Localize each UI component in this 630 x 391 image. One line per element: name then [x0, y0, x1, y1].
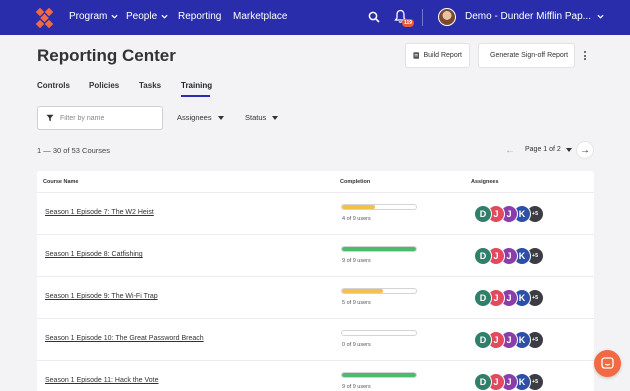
arrow-left-icon: ← [505, 144, 515, 156]
filter-by-name-field[interactable] [37, 106, 163, 130]
org-switcher[interactable]: Demo - Dunder Mifflin Pap... [465, 11, 604, 22]
report-icon [413, 52, 420, 59]
org-name: Demo - Dunder Mifflin Pap... [465, 11, 591, 22]
caret-down-icon [217, 115, 224, 120]
build-report-button[interactable]: Build Report [405, 43, 470, 68]
caret-down-icon [272, 115, 279, 120]
previous-page-button[interactable]: ← [503, 143, 517, 157]
page-selector[interactable]: Page 1 of 2 [525, 146, 572, 153]
completion-text: 9 of 9 users [342, 384, 371, 390]
nav-divider [422, 9, 423, 26]
next-page-button[interactable]: → [577, 142, 593, 158]
tab-policies[interactable]: Policies [89, 81, 119, 90]
completion-progress-bar [341, 288, 417, 294]
completion-progress-fill [342, 373, 416, 377]
table-row: Season 1 Episode 9: The Wi-Fi Trap 5 of 9… [37, 276, 594, 318]
arrow-right-icon: → [580, 144, 590, 156]
completion-text: 5 of 9 users [342, 300, 371, 306]
tab-tasks[interactable]: Tasks [139, 81, 161, 90]
results-count: 1 — 30 of 53 Courses [37, 146, 110, 155]
assignee-avatars[interactable]: D J J K +5 [474, 205, 564, 223]
completion-progress-fill [342, 247, 416, 251]
generate-sign-off-button[interactable]: Generate Sign-off Report [478, 43, 575, 68]
assignee-avatars[interactable]: D J J K +5 [474, 289, 564, 307]
page-title: Reporting Center [37, 46, 176, 65]
tab-training[interactable]: Training [181, 81, 212, 90]
nav-people[interactable]: People [126, 11, 168, 22]
completion-progress-bar [341, 330, 417, 336]
completion-text: 4 of 9 users [342, 216, 371, 222]
completion-text: 9 of 9 users [342, 258, 371, 264]
chevron-down-icon [597, 14, 604, 19]
nav-reporting[interactable]: Reporting [178, 11, 221, 22]
courses-table: Course Name Completion Assignees Season … [37, 171, 594, 391]
chat-icon [601, 357, 614, 369]
logo-icon[interactable] [35, 7, 57, 29]
page-selector-label: Page 1 of 2 [525, 146, 561, 153]
table-row: Season 1 Episode 7: The W2 Heist 4 of 9 u… [37, 192, 594, 234]
status-dropdown-label: Status [245, 113, 267, 122]
assignee-avatars[interactable]: D J J K +5 [474, 373, 564, 391]
course-name-link[interactable]: Season 1 Episode 7: The W2 Heist [45, 209, 154, 216]
course-name-link[interactable]: Season 1 Episode 9: The Wi-Fi Trap [45, 293, 158, 300]
assignee-avatars[interactable]: D J J K +5 [474, 247, 564, 265]
nav-program-label: Program [69, 11, 108, 22]
status-dropdown[interactable]: Status [245, 113, 279, 122]
assignee-avatar[interactable]: D [474, 205, 492, 223]
completion-progress-bar [341, 246, 417, 252]
chevron-down-icon [161, 14, 168, 19]
assignees-dropdown-label: Assignees [177, 113, 212, 122]
top-navbar: Program People Reporting Marketplace 119… [0, 0, 630, 35]
assignee-avatar[interactable]: D [474, 373, 492, 391]
assignee-avatar[interactable]: D [474, 289, 492, 307]
nav-marketplace-label: Marketplace [233, 11, 288, 22]
caret-down-icon [565, 147, 572, 152]
completion-progress-bar [341, 204, 417, 210]
nav-reporting-label: Reporting [178, 11, 222, 22]
filter-icon [46, 114, 54, 122]
completion-progress-fill [342, 289, 384, 293]
table-row: Season 1 Episode 8: Catfishing 9 of 9 use… [37, 234, 594, 276]
notification-badge: 119 [402, 19, 415, 27]
chat-button[interactable] [594, 350, 621, 377]
nav-program[interactable]: Program [69, 11, 118, 22]
completion-text: 0 of 9 users [342, 342, 371, 348]
completion-progress-fill [342, 205, 375, 209]
assignees-dropdown[interactable]: Assignees [177, 113, 224, 122]
column-header-course-name: Course Name [43, 179, 79, 185]
search-icon[interactable] [368, 11, 380, 23]
nav-people-label: People [126, 11, 158, 22]
more-options-icon[interactable] [582, 49, 588, 62]
assignee-avatars[interactable]: D J J K +5 [474, 331, 564, 349]
avatar[interactable] [438, 8, 456, 26]
assignee-avatar[interactable]: D [474, 331, 492, 349]
active-tab-indicator [181, 95, 210, 97]
filter-input[interactable] [60, 114, 155, 122]
table-row: Season 1 Episode 10: The Great Password … [37, 318, 594, 360]
chevron-down-icon [111, 14, 118, 19]
completion-progress-bar [341, 372, 417, 378]
table-row: Season 1 Episode 11: Hack the Vote 9 of 9… [37, 360, 594, 391]
column-header-assignees: Assignees [471, 179, 499, 185]
nav-marketplace[interactable]: Marketplace [233, 11, 287, 22]
tab-controls[interactable]: Controls [37, 81, 70, 90]
column-header-completion: Completion [340, 179, 371, 185]
generate-sign-off-label: Generate Sign-off Report [490, 52, 569, 59]
assignee-avatar[interactable]: D [474, 247, 492, 265]
course-name-link[interactable]: Season 1 Episode 10: The Great Password … [45, 335, 204, 342]
build-report-label: Build Report [423, 52, 462, 59]
course-name-link[interactable]: Season 1 Episode 8: Catfishing [45, 251, 143, 258]
course-name-link[interactable]: Season 1 Episode 11: Hack the Vote [45, 377, 159, 384]
